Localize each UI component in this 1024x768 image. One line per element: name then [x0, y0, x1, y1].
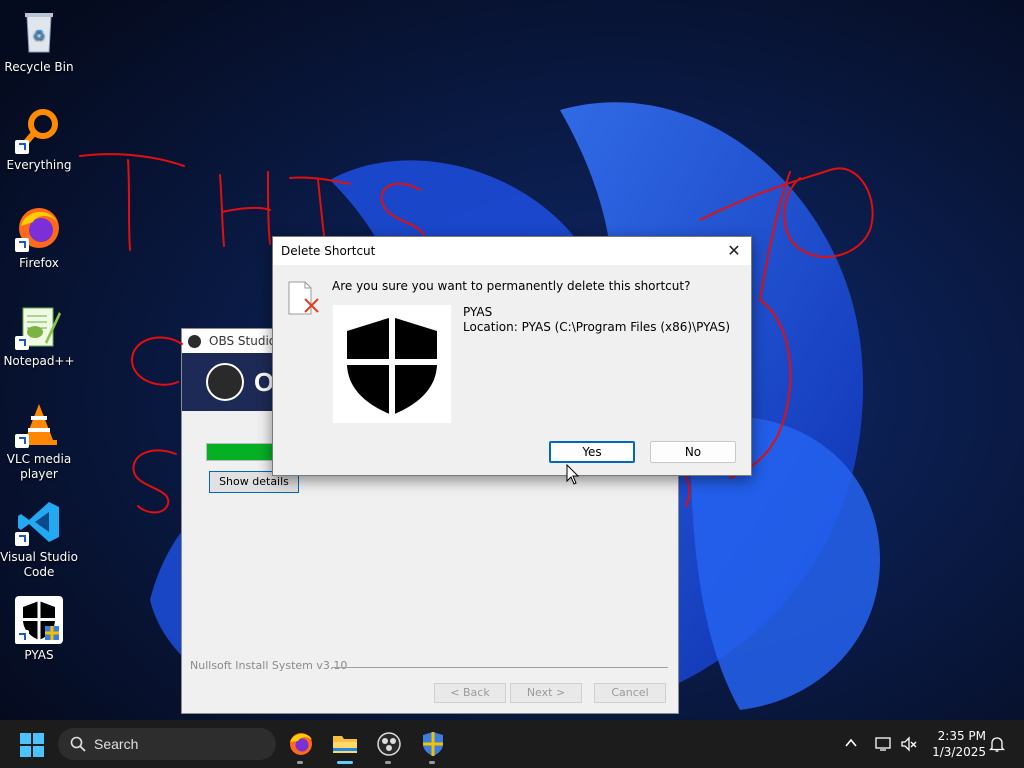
obs-logo-icon [206, 363, 244, 401]
clock-date: 1/3/2025 [932, 745, 986, 759]
shortcut-arrow-icon [15, 630, 29, 644]
notepad-plus-plus-icon [15, 302, 63, 350]
shortcut-arrow-icon [15, 532, 29, 546]
confirmation-question: Are you sure you want to permanently del… [332, 279, 691, 293]
vscode-icon [15, 498, 63, 546]
firefox-icon [15, 204, 63, 252]
clock-time: 2:35 PM [937, 729, 986, 743]
dialog-titlebar[interactable]: Delete Shortcut [273, 237, 751, 265]
yes-button[interactable]: Yes [549, 441, 635, 463]
shortcut-thumbnail [333, 305, 451, 423]
desktop-icon-everything[interactable]: Everything [0, 106, 78, 173]
delete-file-icon [288, 281, 319, 315]
taskbar-clock[interactable]: 2:35 PM 1/3/2025 [926, 728, 986, 760]
pyas-shield-icon [15, 596, 63, 644]
running-indicator [385, 761, 391, 764]
taskbar-app-obs[interactable] [371, 726, 407, 764]
desktop-icon-label: Visual Studio Code [0, 550, 78, 579]
taskbar: Search 2:35 PM 1/3/2025 [0, 720, 1024, 768]
running-indicator [297, 761, 303, 764]
desktop-icon-label: VLC media player [6, 452, 72, 481]
running-indicator [429, 761, 435, 764]
desktop-icon-firefox[interactable]: Firefox [0, 204, 78, 271]
desktop-icon-label: PYAS [24, 648, 54, 662]
obs-icon [188, 334, 201, 348]
magnifier-icon [15, 106, 63, 154]
delete-shortcut-dialog[interactable]: Delete Shortcut ✕ Are you sure you want … [272, 236, 752, 476]
close-icon[interactable]: ✕ [723, 241, 745, 261]
search-icon [70, 736, 86, 752]
desktop-icon-recycle-bin[interactable]: ♻ Recycle Bin [0, 8, 78, 75]
shortcut-arrow-icon [15, 434, 29, 448]
security-shield-icon [423, 732, 443, 756]
volume-muted-icon[interactable] [900, 735, 918, 753]
desktop-icon-label: Recycle Bin [4, 60, 74, 74]
taskbar-app-firefox[interactable] [283, 726, 319, 764]
obs-icon [377, 732, 401, 756]
recycle-bin-icon: ♻ [15, 8, 63, 56]
network-icon[interactable] [874, 735, 892, 753]
shortcut-name: PYAS [463, 305, 493, 319]
dialog-title: Delete Shortcut [281, 244, 376, 258]
firefox-icon [290, 733, 312, 755]
desktop-icon-label: Notepad++ [3, 354, 75, 368]
desktop-icon-pyas[interactable]: PYAS [0, 596, 78, 663]
pyas-shield-icon [345, 315, 439, 417]
desktop-icon-notepad-plus-plus[interactable]: Notepad++ [0, 302, 78, 369]
windows-start-icon[interactable] [20, 733, 44, 757]
dialog-body: Are you sure you want to permanently del… [273, 265, 751, 427]
no-button[interactable]: No [650, 441, 736, 463]
taskbar-app-security[interactable] [415, 726, 451, 764]
next-button[interactable]: Next > [510, 683, 582, 703]
taskbar-app-file-explorer[interactable] [327, 726, 363, 764]
shortcut-arrow-icon [15, 140, 29, 154]
desktop-icon-vlc[interactable]: VLC media player [0, 400, 78, 482]
active-indicator [337, 761, 353, 764]
vlc-cone-icon [15, 400, 63, 448]
desktop-icon-label: Everything [6, 158, 72, 172]
cancel-button[interactable]: Cancel [594, 683, 666, 703]
footer-divider [332, 667, 668, 668]
notification-bell-icon[interactable] [988, 735, 1006, 753]
svg-text:♻: ♻ [33, 28, 46, 44]
desktop-icon-label: Firefox [19, 256, 59, 270]
taskbar-search-box[interactable]: Search [58, 728, 276, 760]
shortcut-arrow-icon [15, 336, 29, 350]
shortcut-arrow-icon [15, 238, 29, 252]
chevron-up-icon[interactable] [844, 736, 858, 750]
search-placeholder: Search [94, 736, 139, 752]
mouse-cursor-icon [566, 464, 580, 485]
desktop-icon-vscode[interactable]: Visual Studio Code [0, 498, 78, 580]
installer-branding-label: Nullsoft Install System v3.10 [190, 659, 348, 672]
file-explorer-icon [333, 736, 357, 753]
shortcut-location: Location: PYAS (C:\Program Files (x86)\P… [463, 320, 731, 334]
back-button[interactable]: < Back [434, 683, 506, 703]
install-progress-fill [207, 444, 273, 460]
